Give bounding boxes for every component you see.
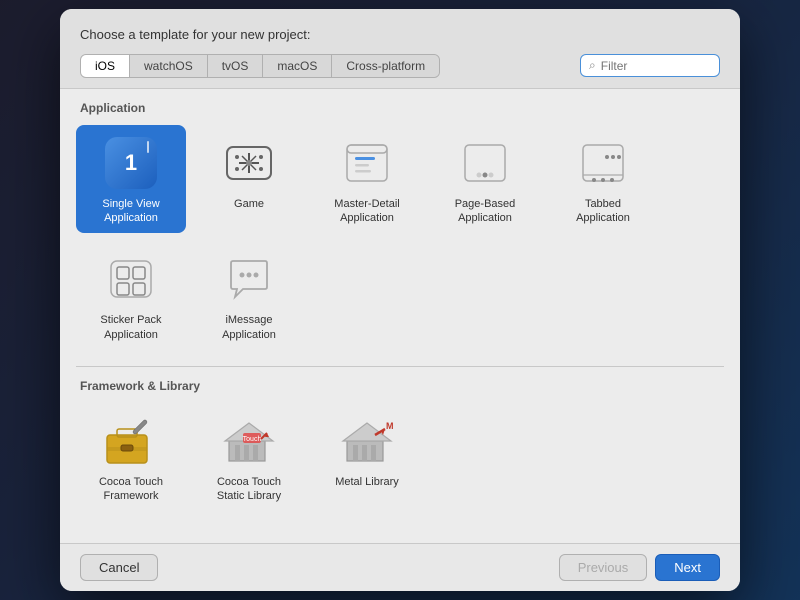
section-divider	[76, 366, 724, 367]
template-metal-library[interactable]: M Metal Library	[312, 403, 422, 512]
dialog-title: Choose a template for your new project:	[80, 27, 720, 42]
tabbed-icon	[575, 135, 631, 191]
dialog-footer: Cancel Previous Next	[60, 543, 740, 591]
template-page-based[interactable]: Page-BasedApplication	[430, 125, 540, 234]
game-icon	[221, 135, 277, 191]
metal-library-icon: M	[339, 413, 395, 469]
next-button[interactable]: Next	[655, 554, 720, 581]
imessage-label: iMessageApplication	[222, 313, 276, 342]
application-section-label: Application	[76, 101, 724, 115]
cocoa-touch-static-label: Cocoa TouchStatic Library	[217, 475, 281, 504]
filter-box: ⌕	[580, 54, 720, 77]
tab-tvos[interactable]: tvOS	[208, 55, 264, 77]
single-view-icon: 1	[103, 135, 159, 191]
previous-button[interactable]: Previous	[559, 554, 648, 581]
dialog-header: Choose a template for your new project: …	[60, 9, 740, 89]
tab-macos[interactable]: macOS	[263, 55, 332, 77]
sticker-pack-icon	[103, 251, 159, 307]
template-single-view[interactable]: 1 Single ViewApplication	[76, 125, 186, 234]
metal-library-label: Metal Library	[335, 475, 399, 489]
cocoa-touch-framework-icon	[103, 413, 159, 469]
template-game[interactable]: Game	[194, 125, 304, 234]
template-cocoa-touch-framework[interactable]: Cocoa TouchFramework	[76, 403, 186, 512]
cancel-button[interactable]: Cancel	[80, 554, 158, 581]
page-based-label: Page-BasedApplication	[455, 197, 516, 226]
imessage-icon	[221, 251, 277, 307]
template-cocoa-touch-static[interactable]: Touch Cocoa TouchStatic Library	[194, 403, 304, 512]
tab-cross-platform[interactable]: Cross-platform	[332, 55, 439, 77]
svg-text:Touch: Touch	[243, 436, 262, 443]
cocoa-touch-static-icon: Touch	[221, 413, 277, 469]
svg-text:M: M	[386, 421, 394, 431]
framework-grid: Cocoa TouchFramework Touch	[76, 403, 724, 512]
template-master-detail[interactable]: Master-DetailApplication	[312, 125, 422, 234]
template-tabbed[interactable]: TabbedApplication	[548, 125, 658, 234]
template-imessage[interactable]: iMessageApplication	[194, 241, 304, 350]
tab-watchos[interactable]: watchOS	[130, 55, 208, 77]
application-grid: 1 Single ViewApplication	[76, 125, 724, 350]
platform-tabs: iOS watchOS tvOS macOS Cross-platform	[80, 54, 440, 78]
filter-input[interactable]	[601, 59, 711, 73]
dialog-body: Application 1 Single ViewApplication	[60, 89, 740, 544]
cocoa-touch-framework-label: Cocoa TouchFramework	[99, 475, 163, 504]
master-detail-icon	[339, 135, 395, 191]
tabs-and-filter: iOS watchOS tvOS macOS Cross-platform ⌕	[80, 54, 720, 78]
single-view-label: Single ViewApplication	[102, 197, 159, 226]
framework-section-label: Framework & Library	[76, 379, 724, 393]
template-sticker-pack[interactable]: Sticker PackApplication	[76, 241, 186, 350]
master-detail-label: Master-DetailApplication	[334, 197, 399, 226]
tabbed-label: TabbedApplication	[576, 197, 630, 226]
dialog: Choose a template for your new project: …	[60, 9, 740, 592]
sticker-pack-label: Sticker PackApplication	[100, 313, 161, 342]
game-label: Game	[234, 197, 264, 211]
page-based-icon	[457, 135, 513, 191]
tab-ios[interactable]: iOS	[81, 55, 130, 77]
filter-icon: ⌕	[589, 58, 596, 73]
nav-buttons: Previous Next	[559, 554, 720, 581]
